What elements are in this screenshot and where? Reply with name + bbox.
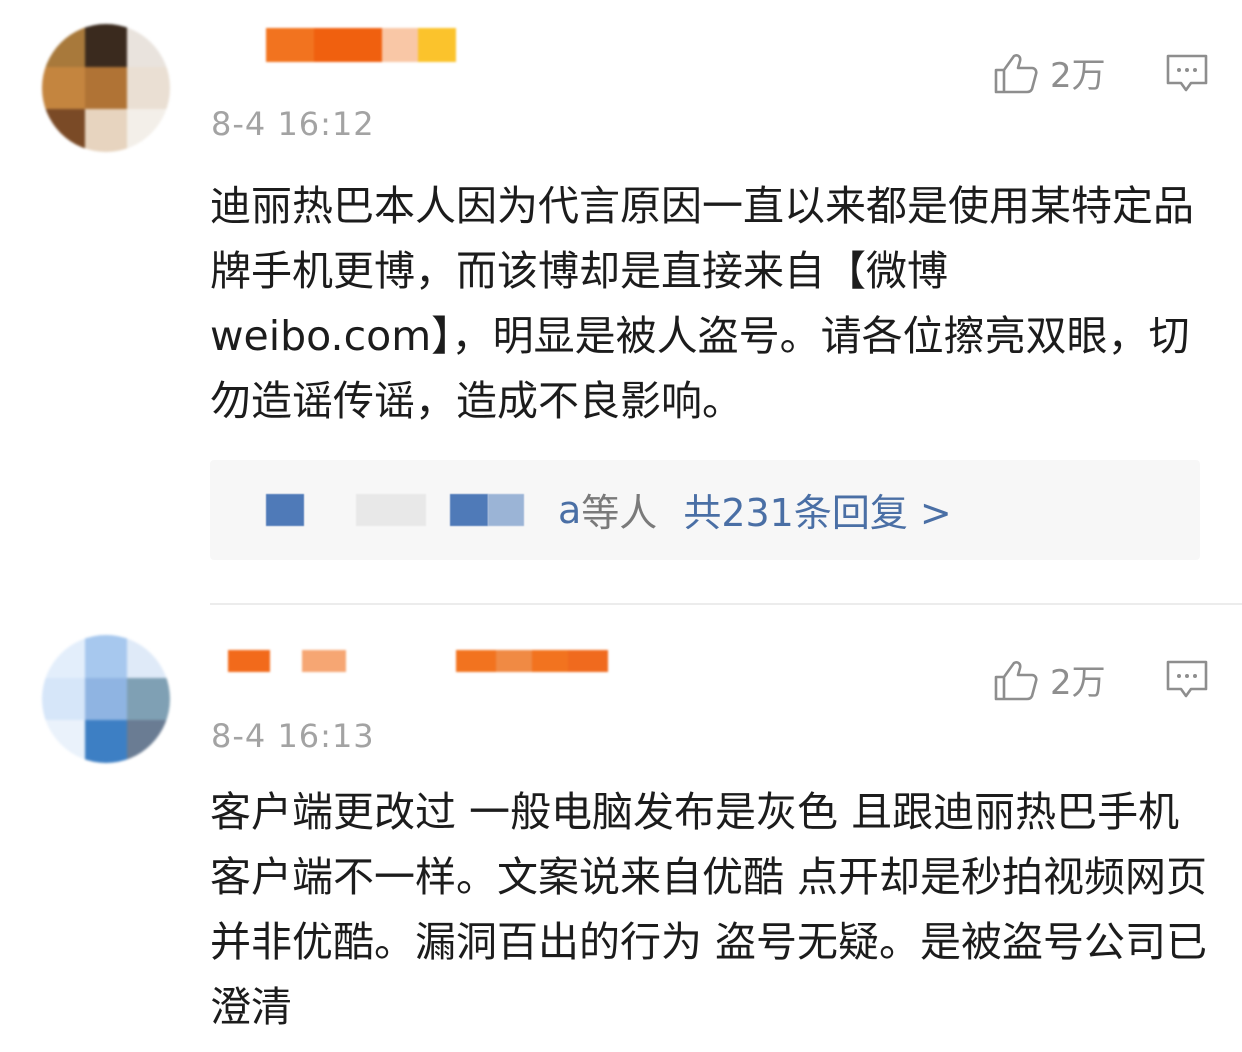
- username-redacted[interactable]: [266, 28, 456, 62]
- timestamp: 8-4 16:13: [211, 717, 375, 755]
- reply-button[interactable]: [1165, 658, 1209, 702]
- thumbs-up-icon: [994, 660, 1038, 700]
- timestamp: 8-4 16:12: [211, 105, 375, 143]
- comment-text: 客户端更改过 一般电脑发布是灰色 且跟迪丽热巴手机客户端不一样。文案说来自优酷 …: [210, 788, 1208, 1031]
- avatar[interactable]: [42, 24, 170, 152]
- comment-bubble-icon: [1166, 54, 1208, 92]
- like-count: 2万: [1050, 663, 1106, 703]
- divider: [210, 603, 1242, 605]
- comment-text: 迪丽热巴本人因为代言原因一直以来都是使用某特定品牌手机更博，而该博却是直接来自【…: [210, 182, 1194, 425]
- replier-name-redacted: [488, 493, 524, 526]
- avatar[interactable]: [42, 635, 170, 763]
- replier-name-redacted: [450, 493, 488, 526]
- reply-button[interactable]: [1165, 52, 1209, 96]
- reply-summary-line: a 等人 共231条回复 >: [210, 482, 952, 537]
- like-count: 2万: [1050, 56, 1106, 96]
- replier-name-redacted: [356, 493, 426, 526]
- replier-name-partial: a: [558, 487, 582, 532]
- reply-summary[interactable]: a 等人 共231条回复 >: [210, 460, 1200, 560]
- comment-bubble-icon: [1166, 660, 1208, 698]
- reply-count-link[interactable]: 共231条回复 >: [683, 482, 951, 537]
- like-button[interactable]: 2万: [992, 655, 1106, 704]
- reply-suffix: 等人: [581, 491, 658, 535]
- like-button[interactable]: 2万: [992, 48, 1106, 97]
- replier-name-redacted: [266, 493, 304, 526]
- username-redacted[interactable]: [228, 650, 608, 672]
- thumbs-up-icon: [994, 53, 1038, 93]
